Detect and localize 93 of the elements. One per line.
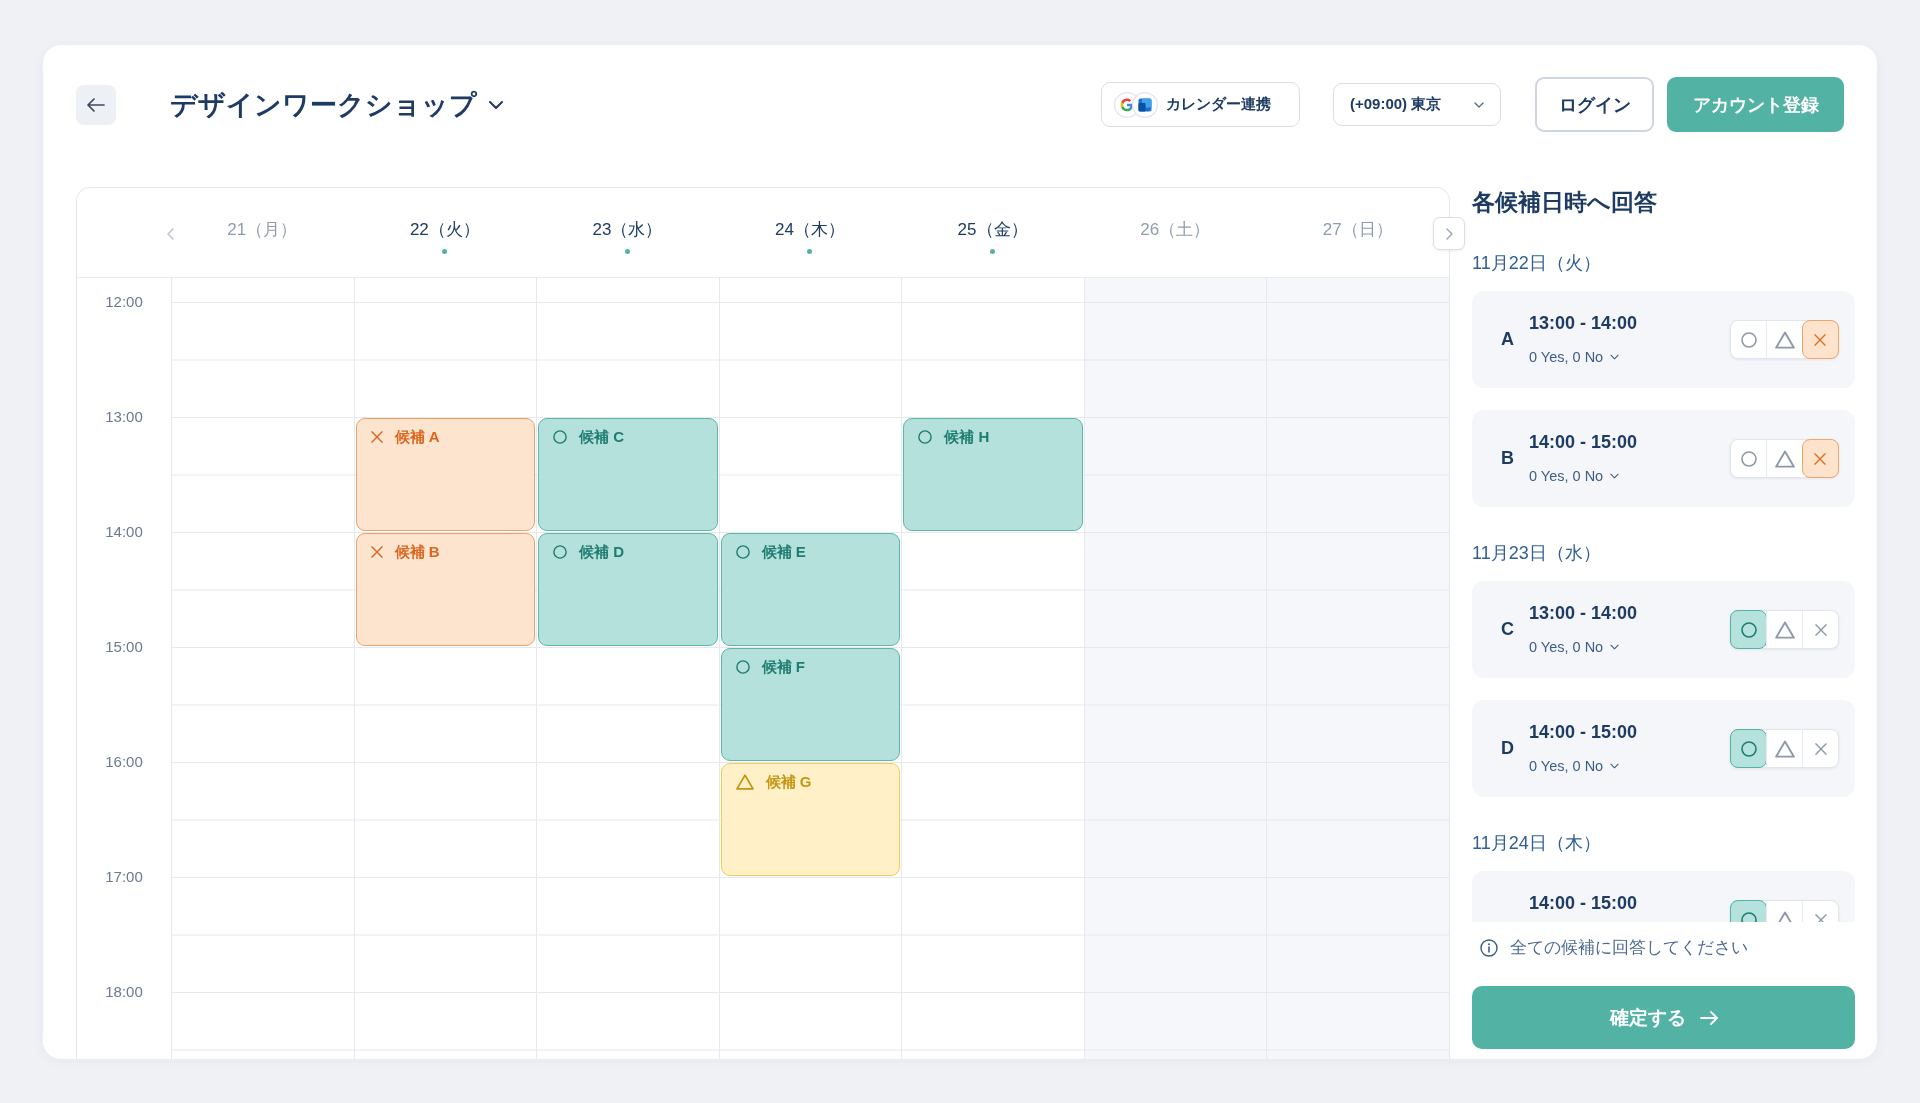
triangle-icon <box>1775 449 1795 468</box>
answer-option[interactable] <box>1801 320 1839 359</box>
back-button[interactable] <box>76 84 116 125</box>
date-heading: 11月23日（水） <box>1472 542 1602 564</box>
circle-icon <box>553 430 568 444</box>
day-label: 21（月） <box>227 219 298 241</box>
candidate-block[interactable]: 候補 C <box>538 418 718 531</box>
cross-icon <box>1814 452 1827 465</box>
candidate-label: 候補 H <box>944 428 990 446</box>
timezone-select[interactable]: (+09:00) 東京 <box>1333 83 1501 126</box>
arrow-right-icon <box>1699 1010 1718 1025</box>
time-range: 13:00 - 14:00 <box>1529 602 1638 624</box>
circle-icon <box>1740 331 1757 348</box>
cross-icon <box>1814 913 1827 922</box>
event-title-dropdown[interactable]: デザインワークショップ <box>170 86 503 123</box>
time-label: 18:00 <box>105 982 143 1002</box>
chevron-right-icon <box>1445 227 1453 240</box>
date-heading: 11月22日（火） <box>1472 252 1602 274</box>
next-week-button[interactable] <box>1433 217 1465 250</box>
candidate-label: 候補 D <box>579 543 625 561</box>
time-range: 14:00 - 15:00 <box>1529 892 1638 914</box>
day-label: 27（日） <box>1322 219 1393 241</box>
candidate-label: 候補 E <box>761 543 806 561</box>
day-label: 25（金） <box>957 219 1028 241</box>
panel-title: 各候補日時へ回答 <box>1472 188 1658 217</box>
confirm-button[interactable]: 確定する <box>1472 986 1855 1049</box>
app-logos-icon <box>1114 91 1158 118</box>
votes-dropdown[interactable]: 0 Yes, 0 No <box>1529 756 1620 776</box>
triangle-icon <box>1774 739 1795 758</box>
chevron-left-icon[interactable] <box>167 228 174 240</box>
triangle-icon <box>1774 620 1795 639</box>
caret-icon <box>1610 763 1620 769</box>
time-label: 17:00 <box>105 867 143 887</box>
candidate-block[interactable]: 候補 B <box>355 533 536 646</box>
day-label: 26（土） <box>1140 219 1211 241</box>
candidate-block[interactable]: 候補 G <box>720 763 901 876</box>
candidate-letter: A <box>1501 329 1514 349</box>
date-heading: 11月24日（木） <box>1472 832 1602 854</box>
time-label: 12:00 <box>105 292 143 312</box>
circle-icon <box>735 660 750 674</box>
candidate-letter: D <box>1501 738 1514 758</box>
cross-icon <box>370 546 383 558</box>
cross-icon <box>1814 333 1827 346</box>
circle-icon <box>918 430 933 444</box>
info-icon <box>1480 939 1498 957</box>
time-range: 14:00 - 15:00 <box>1529 721 1638 743</box>
candidate-block[interactable]: 候補 A <box>355 418 536 531</box>
answer-option[interactable] <box>1730 729 1767 768</box>
cross-icon <box>1814 742 1827 755</box>
answer-option[interactable] <box>1801 439 1839 478</box>
caret-icon <box>1610 644 1620 650</box>
candidate-block[interactable]: 候補 H <box>903 418 1083 531</box>
time-range: 14:00 - 15:00 <box>1529 431 1638 453</box>
login-button[interactable]: ログイン <box>1535 77 1654 132</box>
candidate-letter: B <box>1501 448 1514 468</box>
circle-icon <box>1740 450 1757 467</box>
time-label: 13:00 <box>105 407 143 427</box>
votes-dropdown[interactable]: 0 Yes, 0 No <box>1529 466 1620 486</box>
cross-icon <box>370 431 383 443</box>
back-arrow-icon <box>87 97 105 112</box>
hint-text: 全ての候補に回答してください <box>1510 937 1748 959</box>
caret-icon <box>489 100 503 109</box>
votes-dropdown[interactable]: 0 Yes, 0 No <box>1529 637 1620 657</box>
caret-icon <box>1610 473 1620 479</box>
candidate-label: 候補 C <box>579 428 625 446</box>
circle-icon <box>553 545 568 559</box>
triangle-icon <box>1775 330 1795 349</box>
day-label: 22（火） <box>409 219 480 241</box>
signup-button[interactable]: アカウント登録 <box>1667 77 1844 132</box>
circle-icon <box>1740 621 1757 638</box>
answer-option[interactable] <box>1730 610 1767 649</box>
calendar-sync-button[interactable]: カレンダー連携 <box>1101 82 1300 127</box>
circle-icon <box>1740 740 1757 757</box>
day-label: 24（木） <box>775 219 845 241</box>
candidate-letter: C <box>1501 619 1514 639</box>
candidate-label: 候補 F <box>761 658 806 676</box>
candidate-label: 候補 B <box>394 543 440 561</box>
time-label: 14:00 <box>105 522 143 542</box>
caret-icon <box>1474 101 1484 108</box>
candidate-block[interactable]: 候補 D <box>538 533 718 646</box>
candidate-block[interactable]: 候補 F <box>720 648 901 761</box>
candidate-block[interactable]: 候補 E <box>720 533 901 646</box>
time-label: 15:00 <box>105 637 143 657</box>
cross-icon <box>1814 623 1827 636</box>
candidate-label: 候補 G <box>765 773 812 791</box>
candidate-label: 候補 A <box>394 428 440 446</box>
caret-icon <box>1610 354 1620 360</box>
time-range: 13:00 - 14:00 <box>1529 312 1638 334</box>
triangle-icon <box>735 774 754 790</box>
votes-dropdown[interactable]: 0 Yes, 0 No <box>1529 347 1620 367</box>
time-label: 16:00 <box>105 752 143 772</box>
day-label: 23（水） <box>592 219 663 241</box>
circle-icon <box>735 545 750 559</box>
